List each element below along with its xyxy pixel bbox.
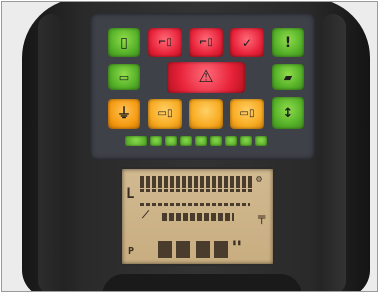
lcd-gear-icon: ⚙	[256, 174, 263, 185]
vehicle-indicator[interactable]: ▰	[272, 64, 304, 90]
lower-bezel	[102, 274, 302, 291]
alarm-indicator-3[interactable]: ✓	[230, 28, 264, 57]
level-indicator[interactable]: ▭▯	[148, 99, 182, 129]
lcd-digit	[158, 241, 172, 258]
lcd-segment-bar-top-2	[140, 189, 252, 192]
bezel-highlight-left	[38, 14, 64, 291]
status-led	[225, 136, 237, 146]
status-led	[150, 136, 162, 146]
blank-indicator[interactable]	[189, 99, 223, 129]
lcd-segment-bar-top	[140, 176, 252, 188]
battery-charging-icon: ▭	[118, 70, 130, 84]
photo-frame: ▯ ⌐▯ ⌐▯ ✓ ! ▭ ⚠ ▰ ⏚ ▭▯ ▭▯ ↕ ⚙ L ⟋ ╤ P ▮▮	[1, 1, 378, 292]
up-down-arrows-icon: ↕	[282, 105, 294, 121]
status-led	[240, 136, 252, 146]
plug-icon: ⏚	[117, 106, 131, 122]
bezel-highlight-right	[320, 14, 346, 291]
lcd-digit	[176, 241, 190, 258]
battery-icon: ▯	[120, 34, 128, 51]
info-indicator[interactable]: !	[272, 28, 304, 57]
alarm-indicator-2[interactable]: ⌐▯	[189, 28, 223, 57]
warning-triangle-icon: ⚠	[198, 67, 214, 87]
lcd-tool-icon: ╤	[258, 210, 266, 224]
charging-indicator[interactable]: ▭	[108, 64, 140, 90]
alarm-icon: ⌐▯	[199, 36, 213, 48]
lcd-digit	[196, 241, 210, 258]
status-led	[210, 136, 222, 146]
alarm-icon: ⌐▯	[158, 36, 172, 48]
exclamation-icon: !	[284, 34, 292, 51]
battery-indicator[interactable]: ▯	[108, 28, 140, 57]
lcd-level-bar	[162, 213, 234, 221]
lcd-slope-icon: ⟋	[142, 210, 149, 221]
check-icon: ✓	[241, 35, 253, 50]
warning-indicator[interactable]: ⚠	[167, 62, 245, 93]
vehicle-icon: ▰	[283, 70, 293, 84]
lcd-digit	[214, 241, 228, 258]
temperature-indicator[interactable]: ▭▯	[230, 99, 264, 129]
status-led-row	[125, 135, 290, 147]
plug-indicator[interactable]: ⏚	[108, 99, 140, 129]
status-led	[255, 136, 267, 146]
lcd-label-l: L	[126, 186, 135, 202]
level-icon: ▭▯	[157, 108, 173, 119]
lcd-bars-icon: ▮▮	[232, 238, 242, 247]
lcd-display: ⚙ L ⟋ ╤ P ▮▮	[120, 167, 275, 266]
scroll-button[interactable]: ↕	[272, 97, 304, 129]
temperature-icon: ▭▯	[239, 108, 255, 119]
alarm-indicator-1[interactable]: ⌐▯	[148, 28, 182, 57]
status-led	[125, 136, 147, 146]
status-led	[195, 136, 207, 146]
lcd-segment-bar-mid	[140, 203, 250, 206]
status-led	[165, 136, 177, 146]
lcd-label-p: P	[128, 246, 135, 257]
status-led	[180, 136, 192, 146]
